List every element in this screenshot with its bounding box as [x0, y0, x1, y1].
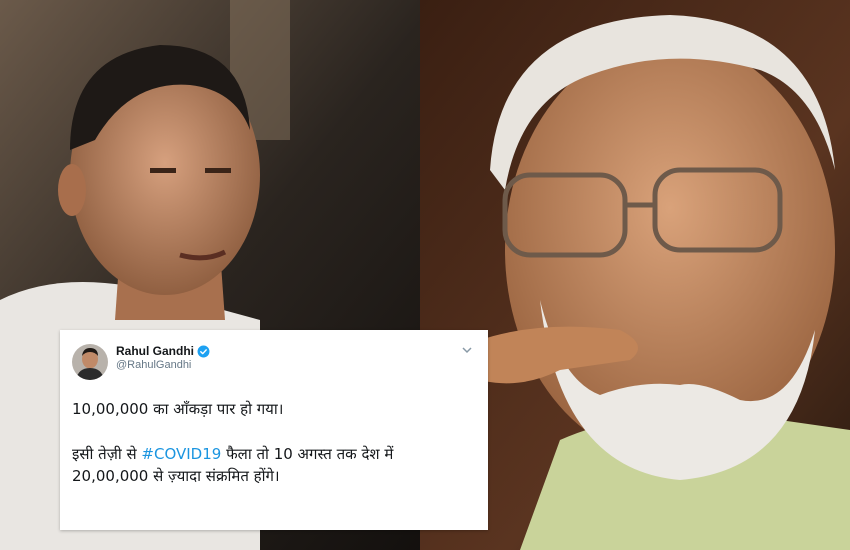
avatar[interactable] [72, 344, 108, 380]
tweet-line-2-start: इसी तेज़ी से [72, 444, 142, 463]
display-name[interactable]: Rahul Gandhi [116, 344, 194, 359]
tweet-header: Rahul Gandhi @RahulGandhi [72, 344, 474, 380]
name-row: Rahul Gandhi [116, 344, 210, 359]
tweet-line-2-end: फैला तो 10 अगस्त तक देश में [221, 444, 394, 463]
handle[interactable]: @RahulGandhi [116, 359, 210, 373]
tweet-line-1: 10,00,000 का आँकड़ा पार हो गया। [72, 400, 284, 418]
tweet-line-2: इसी तेज़ी से #COVID19 फैला तो 10 अगस्त त… [72, 443, 474, 466]
hashtag-link[interactable]: #COVID19 [141, 445, 221, 463]
author-info: Rahul Gandhi @RahulGandhi [116, 344, 210, 373]
chevron-down-icon[interactable] [462, 346, 472, 354]
tweet-card[interactable]: Rahul Gandhi @RahulGandhi 10,00,000 का आ… [60, 330, 488, 530]
verified-badge-icon [197, 345, 210, 358]
tweet-line-3: 20,00,000 से ज़्यादा संक्रमित होंगे। [72, 467, 280, 485]
tweet-text: 10,00,000 का आँकड़ा पार हो गया। इसी तेज़… [72, 398, 474, 488]
